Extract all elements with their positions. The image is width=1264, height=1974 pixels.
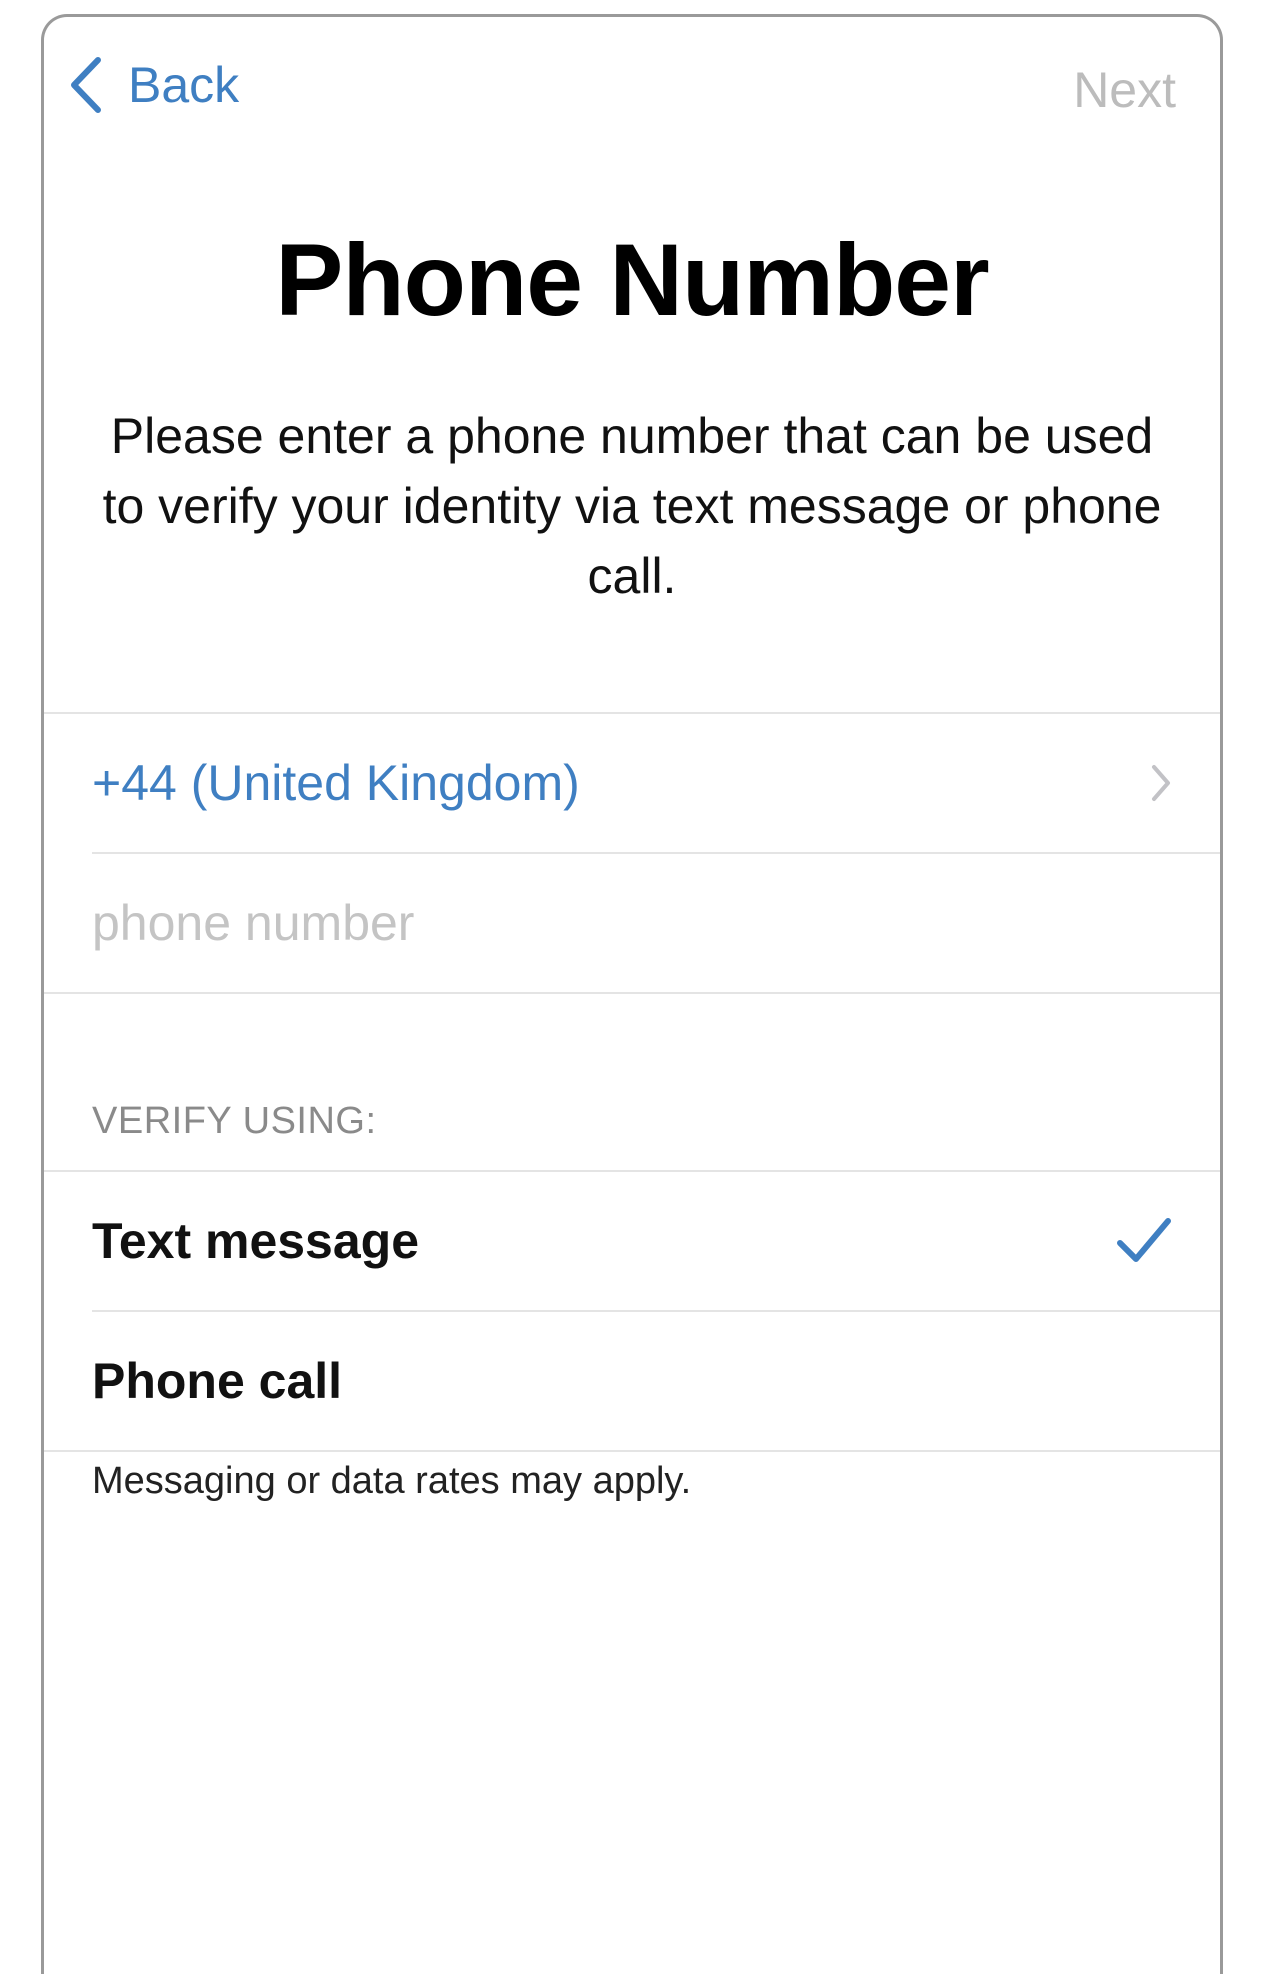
chevron-left-icon [71,57,101,113]
back-button[interactable]: Back [66,55,239,115]
chevron-right-icon [1152,765,1170,801]
rates-footnote: Messaging or data rates may apply. [92,1460,692,1502]
phone-number-input[interactable] [92,894,1172,952]
option-text-message[interactable]: Text message [44,1172,1220,1310]
country-selector[interactable]: +44 (United Kingdom) [44,714,1220,852]
app-screen: Back Next Phone Number Please enter a ph… [41,14,1223,1974]
checkmark-icon [1117,1218,1171,1262]
separator [44,992,1220,994]
option-phone-call[interactable]: Phone call [44,1312,1220,1450]
option-label: Text message [92,1213,420,1269]
page-description: Please enter a phone number that can be … [102,408,1162,604]
page-title: Phone Number [275,223,989,337]
back-button-label: Back [128,57,240,113]
phone-number-row [44,854,1220,992]
option-label: Phone call [92,1353,343,1409]
next-button[interactable]: Next [1073,65,1176,115]
verify-section-header: VERIFY USING: [92,1100,377,1142]
country-code-label: +44 (United Kingdom) [92,755,580,811]
separator [44,1450,1220,1452]
